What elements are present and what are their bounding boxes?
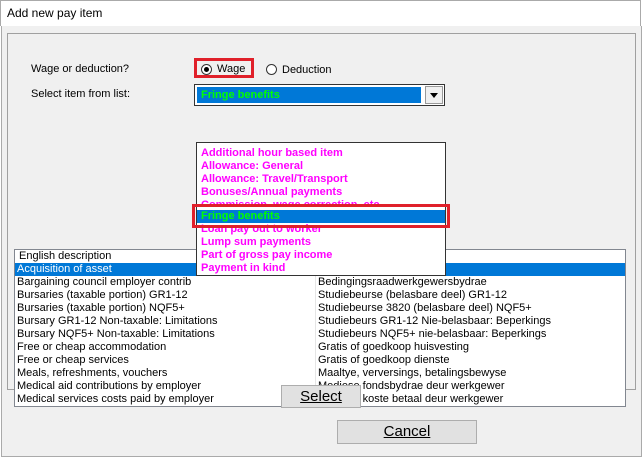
row-afrikaans: Studiebeurse 3820 (belasbare deel) NQF5+ bbox=[318, 302, 532, 314]
table-row[interactable]: Free or cheap services Gratis of goedkoo… bbox=[15, 354, 625, 367]
title-bar: Add new pay item bbox=[0, 0, 641, 26]
table-row[interactable]: Bursaries (taxable portion) NQF5+ Studie… bbox=[15, 302, 625, 315]
row-english: Bursaries (taxable portion) NQF5+ bbox=[17, 302, 185, 314]
select-button-label: Select bbox=[300, 388, 342, 405]
dropdown-item[interactable]: Allowance: Travel/Transport bbox=[197, 173, 445, 186]
combo-selected-value: Fringe benefits bbox=[197, 87, 421, 103]
table-row[interactable]: Bursary NQF5+ Non-taxable: Limitations S… bbox=[15, 328, 625, 341]
table-row[interactable]: Bursary GR1-12 Non-taxable: Limitations … bbox=[15, 315, 625, 328]
table-row[interactable]: Bargaining council employer contrib Bedi… bbox=[15, 276, 625, 289]
row-english: Medical services costs paid by employer bbox=[17, 393, 214, 405]
item-combobox[interactable]: Fringe benefits bbox=[194, 84, 445, 106]
table-row[interactable]: Free or cheap accommodation Gratis of go… bbox=[15, 341, 625, 354]
dropdown-item[interactable]: Lump sum payments bbox=[197, 236, 445, 249]
row-english: Free or cheap accommodation bbox=[17, 341, 167, 353]
select-button[interactable]: Select bbox=[281, 385, 361, 408]
column-header-english[interactable]: English description bbox=[19, 250, 111, 263]
row-afrikaans: Studiebeurse (belasbare deel) GR1-12 bbox=[318, 289, 507, 301]
wage-radio[interactable] bbox=[201, 64, 212, 75]
dropdown-selection-highlight bbox=[192, 204, 450, 228]
deduction-radio-label[interactable]: Deduction bbox=[282, 64, 332, 76]
dropdown-item[interactable]: Additional hour based item bbox=[197, 147, 445, 160]
window-title: Add new pay item bbox=[7, 6, 103, 20]
cancel-button[interactable]: Cancel bbox=[337, 420, 477, 444]
dropdown-item[interactable]: Payment in kind bbox=[197, 262, 445, 275]
row-english: Bargaining council employer contrib bbox=[17, 276, 192, 288]
row-english: Medical aid contributions by employer bbox=[17, 380, 202, 392]
row-afrikaans: Gratis of goedkoop dienste bbox=[318, 354, 450, 366]
row-english: Free or cheap services bbox=[17, 354, 129, 366]
dropdown-item[interactable]: Bonuses/Annual payments bbox=[197, 186, 445, 199]
row-afrikaans: Maaltye, verversings, betalingsbewyse bbox=[318, 367, 507, 379]
row-english: Bursary NQF5+ Non-taxable: Limitations bbox=[17, 328, 215, 340]
row-afrikaans: Studiebeurs NQF5+ nie-belasbaar: Beperki… bbox=[318, 328, 547, 340]
select-item-label: Select item from list: bbox=[31, 88, 131, 100]
deduction-radio[interactable] bbox=[266, 64, 277, 75]
dropdown-item[interactable]: Allowance: General bbox=[197, 160, 445, 173]
row-afrikaans: Studiebeurs GR1-12 Nie-belasbaar: Beperk… bbox=[318, 315, 551, 327]
row-afrikaans: Bedingingsraadwerkgewersbydrae bbox=[318, 276, 487, 288]
wage-radio-label[interactable]: Wage bbox=[217, 63, 245, 75]
row-english: Bursary GR1-12 Non-taxable: Limitations bbox=[17, 315, 218, 327]
row-english: Bursaries (taxable portion) GR1-12 bbox=[17, 289, 188, 301]
dialog-client: Wage or deduction? Wage Deduction Select… bbox=[1, 26, 642, 457]
chevron-down-icon[interactable] bbox=[425, 86, 443, 104]
row-english: Meals, refreshments, vouchers bbox=[17, 367, 168, 379]
cancel-button-label: Cancel bbox=[383, 423, 431, 440]
row-english: Acquisition of asset bbox=[17, 263, 112, 275]
dropdown-item[interactable]: Part of gross pay income bbox=[197, 249, 445, 262]
table-row[interactable]: Bursaries (taxable portion) GR1-12 Studi… bbox=[15, 289, 625, 302]
table-row[interactable]: Meals, refreshments, vouchers Maaltye, v… bbox=[15, 367, 625, 380]
wage-or-deduction-label: Wage or deduction? bbox=[31, 63, 130, 75]
row-afrikaans: Gratis of goedkoop huisvesting bbox=[318, 341, 470, 353]
